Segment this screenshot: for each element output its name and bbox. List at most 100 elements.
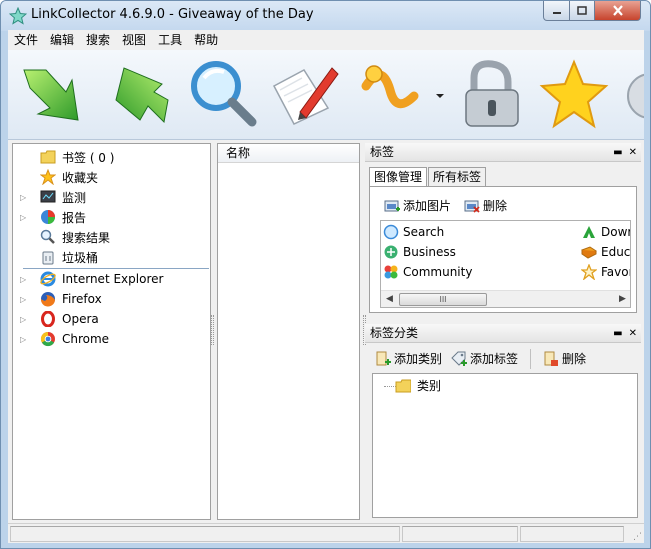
- pen-paper-icon[interactable]: [266, 56, 342, 132]
- list-item[interactable]: Favor: [581, 264, 630, 280]
- image-manager-pane: 添加图片 删除 Search Business Community Dowr E…: [369, 186, 637, 313]
- bookmark-list: 名称: [217, 143, 360, 520]
- opera-icon: [40, 311, 56, 327]
- tag-image-list: Search Business Community Dowr Educa Fav…: [380, 220, 631, 308]
- menu-file[interactable]: 文件: [8, 30, 44, 50]
- chevron-down-icon[interactable]: [435, 92, 445, 100]
- menu-bar: 文件 编辑 搜索 视图 工具 帮助: [8, 30, 644, 50]
- tags-tabs: 图像管理 所有标签: [369, 167, 487, 188]
- horizontal-scrollbar[interactable]: ◀ III ▶: [381, 290, 630, 307]
- search-icon: [383, 224, 399, 240]
- star-outline-icon: [581, 264, 597, 280]
- toolbar-divider: [530, 349, 531, 369]
- tag-swirl-icon[interactable]: [352, 56, 428, 132]
- add-tag-icon: [451, 351, 467, 367]
- scroll-right-icon[interactable]: ▶: [619, 294, 626, 304]
- folder-icon: [395, 378, 411, 394]
- menu-help[interactable]: 帮助: [188, 30, 224, 50]
- download-icon: [581, 224, 597, 240]
- tab-all-tags[interactable]: 所有标签: [428, 167, 487, 187]
- tab-image-manager[interactable]: 图像管理: [369, 167, 428, 188]
- tree-item-search-results[interactable]: 搜索结果: [13, 227, 210, 247]
- main-toolbar: [8, 50, 644, 140]
- delete-category-icon: [543, 351, 559, 367]
- close-button[interactable]: [594, 1, 641, 21]
- close-icon[interactable]: ✕: [629, 143, 637, 162]
- navigation-tree: 书签 ( 0 ) 收藏夹 ▷ 监测 ▷ 报告 搜索结果 垃圾桶 ▷ Intern…: [12, 143, 211, 520]
- close-icon[interactable]: ✕: [629, 324, 637, 343]
- app-star-icon: [9, 7, 27, 25]
- resize-grip-icon[interactable]: ⋰: [633, 532, 642, 542]
- column-header-name[interactable]: 名称: [218, 144, 359, 163]
- add-tag-button[interactable]: 添加标签: [451, 350, 518, 367]
- tree-item-report[interactable]: ▷ 报告: [13, 207, 210, 227]
- menu-view[interactable]: 视图: [116, 30, 152, 50]
- green-arrow-down-icon[interactable]: [16, 56, 92, 132]
- menu-tools[interactable]: 工具: [152, 30, 188, 50]
- star-icon: [40, 169, 56, 185]
- pin-icon[interactable]: ▬: [613, 143, 622, 162]
- partial-toolbar-icon[interactable]: [620, 56, 644, 132]
- star-icon[interactable]: [536, 56, 612, 132]
- menu-edit[interactable]: 编辑: [44, 30, 80, 50]
- tag-category-toolbar: 添加类别 添加标签 删除: [365, 346, 641, 372]
- green-arrow-up-icon[interactable]: [104, 56, 180, 132]
- pin-icon[interactable]: ▬: [613, 324, 622, 343]
- delete-category-button[interactable]: 删除: [543, 350, 586, 367]
- delete-image-icon: [464, 198, 480, 214]
- trash-icon: [40, 249, 56, 265]
- expand-arrow-icon[interactable]: ▷: [20, 213, 30, 222]
- add-category-button[interactable]: 添加类别: [375, 350, 442, 367]
- list-item[interactable]: Search: [383, 224, 444, 240]
- padlock-icon[interactable]: [452, 56, 528, 132]
- search-icon: [40, 229, 56, 245]
- window-title: LinkCollector 4.6.9.0 - Giveaway of the …: [31, 7, 314, 22]
- list-item[interactable]: Dowr: [581, 224, 630, 240]
- expand-arrow-icon[interactable]: ▷: [20, 315, 30, 324]
- tree-item-opera[interactable]: ▷ Opera: [13, 309, 210, 329]
- tree-item-firefox[interactable]: ▷ Firefox: [13, 289, 210, 309]
- add-image-icon: [384, 198, 400, 214]
- maximize-button[interactable]: [569, 1, 595, 21]
- tag-category-panel-title: 标签分类 ▬ ✕: [365, 324, 641, 343]
- tree-item-favorites[interactable]: 收藏夹: [13, 167, 210, 187]
- tree-item-bookmarks[interactable]: 书签 ( 0 ): [13, 147, 210, 167]
- tree-item-category[interactable]: 类别: [395, 377, 441, 394]
- maximize-icon: [577, 6, 587, 15]
- scroll-left-icon[interactable]: ◀: [386, 294, 393, 304]
- tree-item-chrome[interactable]: ▷ Chrome: [13, 329, 210, 349]
- magnifier-icon[interactable]: [184, 56, 260, 132]
- tag-category-tree: 类别: [372, 373, 638, 518]
- close-icon: [612, 5, 623, 16]
- status-cell-tertiary: [520, 526, 624, 542]
- list-item[interactable]: Business: [383, 244, 456, 260]
- tree-item-monitor[interactable]: ▷ 监测: [13, 187, 210, 207]
- minimize-button[interactable]: [543, 1, 570, 21]
- folder-icon: [40, 149, 56, 165]
- delete-image-button[interactable]: 删除: [464, 197, 507, 214]
- tags-panel-title: 标签 ▬ ✕: [365, 143, 641, 162]
- left-splitter[interactable]: [211, 315, 214, 345]
- expand-arrow-icon[interactable]: ▷: [20, 335, 30, 344]
- menu-search[interactable]: 搜索: [80, 30, 116, 50]
- add-category-icon: [375, 351, 391, 367]
- title-bar: LinkCollector 4.6.9.0 - Giveaway of the …: [1, 1, 650, 31]
- expand-arrow-icon[interactable]: ▷: [20, 193, 30, 202]
- tree-item-trash[interactable]: 垃圾桶: [13, 247, 210, 267]
- chrome-icon: [40, 331, 56, 347]
- expand-arrow-icon[interactable]: ▷: [20, 275, 30, 284]
- list-item[interactable]: Community: [383, 264, 472, 280]
- ie-icon: [40, 271, 56, 287]
- status-cell-secondary: [402, 526, 518, 542]
- add-image-button[interactable]: 添加图片: [384, 197, 451, 214]
- scroll-thumb[interactable]: III: [399, 293, 487, 306]
- tree-item-internet-explorer[interactable]: ▷ Internet Explorer: [13, 269, 210, 289]
- book-icon: [581, 244, 597, 260]
- status-bar: ⋰: [8, 523, 644, 543]
- minimize-icon: [552, 11, 561, 14]
- community-icon: [383, 264, 399, 280]
- list-item[interactable]: Educa: [581, 244, 630, 260]
- expand-arrow-icon[interactable]: ▷: [20, 295, 30, 304]
- business-icon: [383, 244, 399, 260]
- pie-chart-icon: [40, 209, 56, 225]
